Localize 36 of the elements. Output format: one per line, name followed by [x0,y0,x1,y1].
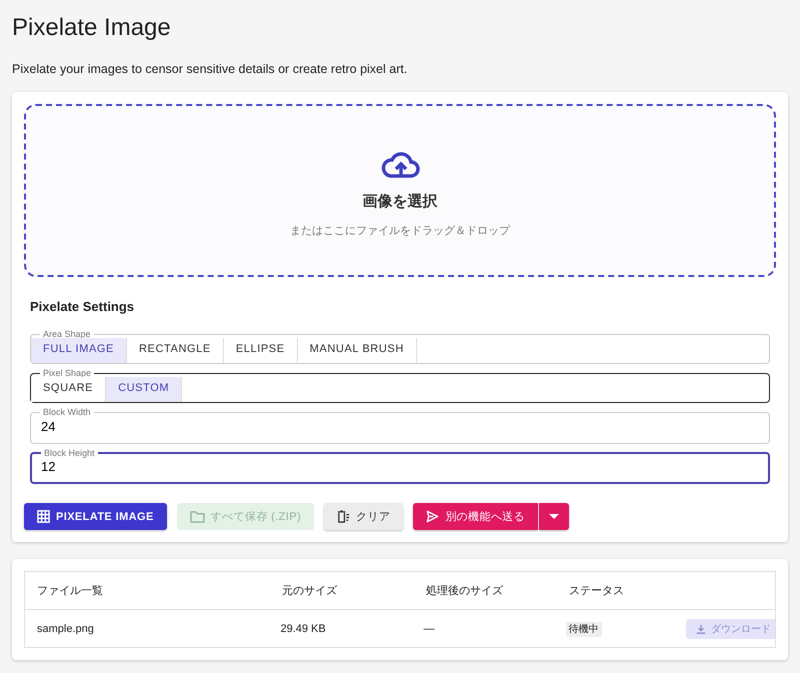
drop-title: 画像を選択 [362,192,438,210]
toggle-option[interactable]: SQUARE [31,377,106,402]
column-header: ファイル一覧 [36,584,104,598]
settings-title: Pixelate Settings [30,299,136,314]
send-button[interactable]: 別の機能へ送る [413,503,538,530]
trash-icon [337,510,350,523]
grid-icon [37,510,50,523]
table-cell-text: 29.49 KB [279,622,327,634]
action-button[interactable]: クリア [324,503,404,530]
column-header: ステータス [568,584,625,598]
dropdown-button[interactable] [539,503,570,530]
number-field[interactable]: Block Width 24 [30,408,770,444]
field-label: Block Width [42,408,92,416]
action-button[interactable]: PIXELATE IMAGE [24,503,167,530]
field-label: Block Height [43,449,96,457]
column-header: 元のサイズ [281,584,338,598]
page-subtitle: Pixelate your images to censor sensitive details or create retro pixel art. [12,62,408,76]
column-header: 処理後のサイズ [425,584,504,598]
caret-icon [549,514,560,520]
drop-zone[interactable]: 画像を選択 またはここにファイルをドラッグ＆ドロップ [24,104,776,277]
send-icon [426,510,440,523]
group-label: Area Shape [42,330,92,338]
toggle-option[interactable]: FULL IMAGE [31,338,127,363]
folder-icon [190,510,205,522]
cloud-upload-icon [380,150,420,180]
number-field[interactable]: Block Height 12 [30,449,770,484]
number-input[interactable]: 12 [32,457,770,482]
table-cell-text: sample.png [36,622,95,634]
table-cell-text: — [422,622,436,634]
status-badge: 待機中 [566,622,602,636]
group-label: Pixel Shape [42,369,92,377]
drop-hint: またはここにファイルをドラッグ＆ドロップ [290,224,510,238]
page-title: Pixelate Image [12,13,172,42]
download-icon [696,624,706,634]
toggle-option[interactable]: CUSTOM [106,377,182,402]
number-input[interactable]: 24 [31,416,771,443]
